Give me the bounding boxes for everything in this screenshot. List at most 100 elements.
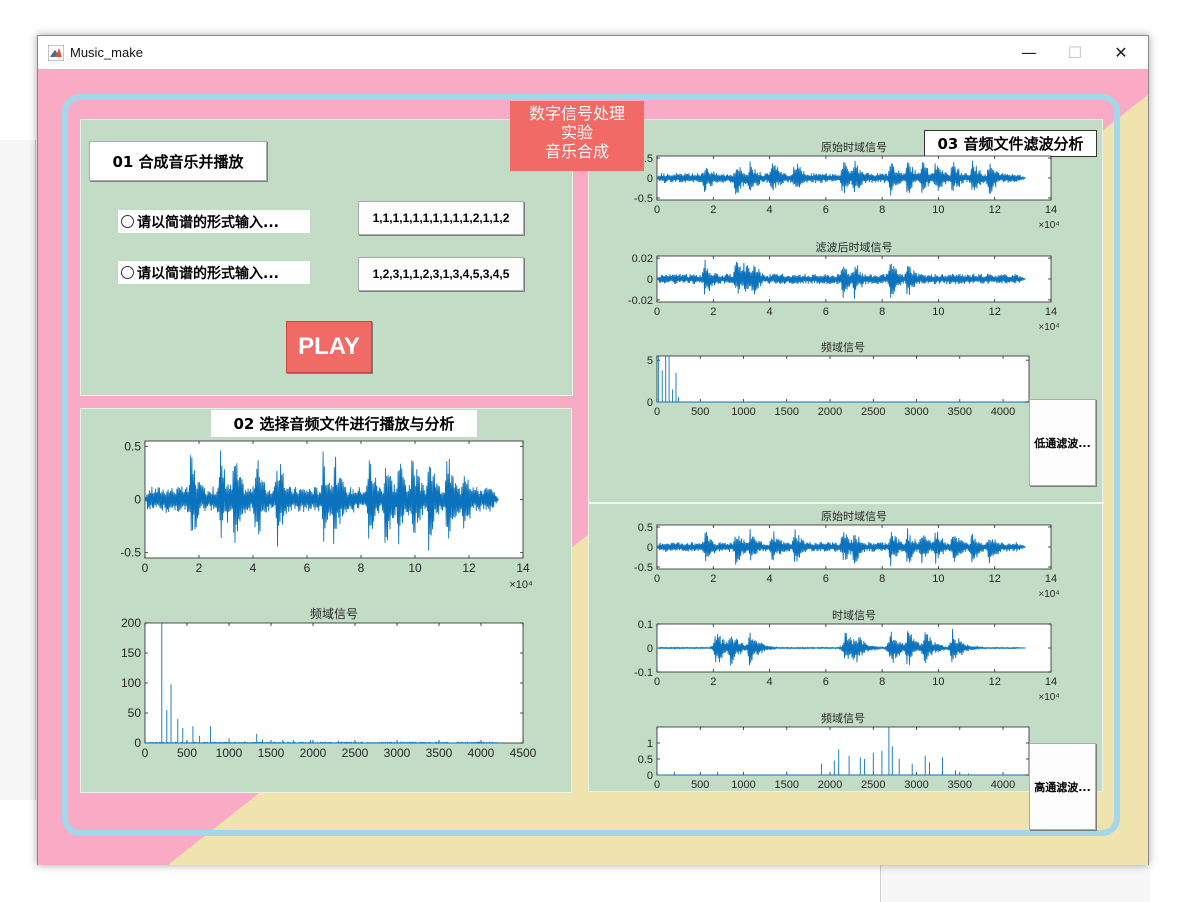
x-tick-label: 2500 bbox=[861, 779, 885, 791]
chart-title: 滤波后时域信号 bbox=[816, 241, 893, 254]
x-tick-label: 10 bbox=[932, 306, 944, 318]
x-tick-label: 1000 bbox=[731, 406, 755, 418]
x-tick-label: 3500 bbox=[948, 779, 972, 791]
x-tick-label: 500 bbox=[691, 779, 709, 791]
panel-filter-analysis: 03 音频文件滤波分析 原始时域信号 0 2 4 6 8 10 12 14 -0.5 0 0.5 ×10… bbox=[588, 119, 1104, 830]
y-tick-label: 100 bbox=[121, 676, 141, 690]
x-multiplier-label: ×10⁴ bbox=[509, 579, 533, 591]
x-tick-label: 6 bbox=[823, 306, 829, 318]
x-tick-label: 0 bbox=[142, 561, 149, 575]
close-button[interactable]: ✕ bbox=[1098, 36, 1144, 69]
x-tick-label: 3000 bbox=[384, 746, 411, 760]
radio-circle-icon bbox=[121, 215, 134, 228]
y-tick-label: 0 bbox=[647, 173, 653, 185]
chart-p2-time: 0 2 4 6 8 10 12 14 -0.5 0 0.5 ×10⁴ bbox=[81, 437, 571, 611]
highpass-filter-button[interactable]: 高通滤波... bbox=[1029, 743, 1096, 830]
y-tick-label: 50 bbox=[128, 706, 142, 720]
close-icon: ✕ bbox=[1114, 43, 1128, 62]
x-tick-label: 1500 bbox=[775, 406, 799, 418]
y-tick-label: 0 bbox=[647, 274, 653, 286]
y-tick-label: 0 bbox=[647, 770, 653, 782]
chart-p2-freq: 频域信号 0 500 1000 1500 2000 2500 3000 3500 4000 4500… bbox=[81, 605, 571, 775]
chart-svg: 滤波后时域信号0 2 4 6 8 10 12 14-0.0200.02×10⁴ bbox=[628, 241, 1060, 333]
x-tick-label: 12 bbox=[462, 561, 476, 575]
x-tick-label: 0 bbox=[654, 573, 660, 585]
x-tick-label: 12 bbox=[989, 573, 1001, 585]
y-tick-label: 5 bbox=[647, 355, 653, 367]
play-button[interactable]: PLAY bbox=[286, 321, 372, 373]
banner-line-3: 音乐合成 bbox=[544, 142, 609, 161]
x-tick-label: 2 bbox=[710, 204, 716, 216]
x-tick-label: 10 bbox=[932, 573, 944, 585]
x-tick-label: 8 bbox=[358, 561, 365, 575]
chart-title: 频域信号 bbox=[821, 711, 865, 725]
panel-divider bbox=[589, 502, 1104, 504]
radio-option-1[interactable]: 请以简谱的形式输入... bbox=[118, 210, 310, 233]
x-tick-label: 8 bbox=[879, 204, 885, 216]
x-tick-label: 12 bbox=[989, 306, 1001, 318]
chart-svg: 频域信号 0 500 1000 1500 2000 2500 3000 3500 4000 0 0.5… bbox=[638, 711, 1030, 791]
chart-p3-time-high: 时域信号 0 2 4 6 8 10 12 14 -0.1 0 0.1 ×10⁴ bbox=[589, 606, 1060, 706]
y-tick-label: -0.1 bbox=[634, 667, 653, 679]
chart-svg: 频域信号0 500 1000 1500 2000 2500 3000 3500 4000 4500… bbox=[121, 607, 537, 760]
figure-canvas: 01 合成音乐并播放 请以简谱的形式输入... 1,1,1,1,1,1,1,1,… bbox=[38, 69, 1148, 865]
maximize-icon: ☐ bbox=[1067, 43, 1083, 62]
x-multiplier-label: ×10⁴ bbox=[1038, 220, 1059, 231]
x-tick-label: 14 bbox=[1045, 676, 1057, 688]
plot-area bbox=[656, 355, 1030, 403]
x-tick-label: 2 bbox=[710, 676, 716, 688]
y-tick-label: 0 bbox=[647, 397, 653, 409]
chart-svg: 频域信号 0 500 1000 1500 2000 2500 3000 3500 4000 0 5 bbox=[647, 340, 1030, 418]
minimize-button[interactable]: — bbox=[1006, 36, 1052, 69]
x-tick-label: 0 bbox=[654, 406, 660, 418]
x-tick-label: 1000 bbox=[731, 779, 755, 791]
radio-option-2-label: 请以简谱的形式输入... bbox=[137, 265, 279, 282]
x-tick-label: 4 bbox=[767, 204, 773, 216]
x-tick-label: 3500 bbox=[948, 406, 972, 418]
x-tick-label: 8 bbox=[879, 306, 885, 318]
x-tick-label: 2000 bbox=[818, 779, 842, 791]
y-tick-label: 0 bbox=[134, 493, 141, 507]
y-tick-label: 200 bbox=[121, 616, 141, 630]
x-tick-label: 1500 bbox=[775, 779, 799, 791]
x-tick-label: 12 bbox=[989, 676, 1001, 688]
chart-title: 频域信号 bbox=[821, 340, 865, 354]
y-tick-label: 0.1 bbox=[638, 619, 653, 631]
sequence-2-button[interactable]: 1,2,3,1,1,2,3,1,3,4,5,3,4,5 bbox=[358, 257, 524, 291]
x-tick-label: 0 bbox=[654, 204, 660, 216]
y-tick-label: 0.02 bbox=[632, 253, 653, 265]
x-tick-label: 4 bbox=[767, 573, 773, 585]
x-tick-label: 0 bbox=[142, 746, 149, 760]
x-tick-label: 4000 bbox=[991, 406, 1015, 418]
x-multiplier-label: ×10⁴ bbox=[1038, 692, 1059, 702]
x-tick-label: 2000 bbox=[818, 406, 842, 418]
y-tick-label: 0.5 bbox=[638, 522, 653, 534]
radio-option-2[interactable]: 请以简谱的形式输入... bbox=[118, 261, 310, 284]
banner-line-1: 数字信号处理 bbox=[528, 104, 625, 123]
title-bar[interactable]: Music_make — ☐ ✕ bbox=[38, 36, 1148, 69]
sequence-1-button[interactable]: 1,1,1,1,1,1,1,1,1,1,2,1,1,2 bbox=[358, 201, 524, 235]
chart-title: 原始时域信号 bbox=[821, 509, 887, 523]
x-tick-label: 3000 bbox=[904, 779, 928, 791]
chart-svg: 0 2 4 6 8 10 12 14-0.500.5×10⁴ bbox=[120, 439, 533, 591]
panel-synthesize-title[interactable]: 01 合成音乐并播放 bbox=[89, 141, 267, 181]
plot-area bbox=[656, 726, 1030, 776]
x-tick-label: 0 bbox=[654, 306, 660, 318]
chart-p3-original-a: 原始时域信号 0 2 4 6 8 10 12 14 -0.5 0 0.5 ×10⁴ bbox=[589, 136, 1060, 236]
x-tick-label: 4 bbox=[767, 306, 773, 318]
minimize-icon: — bbox=[1021, 43, 1037, 62]
y-tick-label: 0.5 bbox=[638, 754, 653, 766]
lowpass-filter-button[interactable]: 低通滤波... bbox=[1029, 399, 1096, 486]
x-tick-label: 0 bbox=[654, 676, 660, 688]
plot-area bbox=[144, 622, 524, 744]
x-tick-label: 10 bbox=[932, 204, 944, 216]
maximize-button[interactable]: ☐ bbox=[1052, 36, 1098, 69]
chart-svg: 原始时域信号0 2 4 6 8 10 12 14-0.500.5×10⁴ bbox=[634, 509, 1060, 600]
x-tick-label: 6 bbox=[304, 561, 311, 575]
chart-title: 频域信号 bbox=[310, 607, 358, 621]
x-multiplier-label: ×10⁴ bbox=[1038, 322, 1059, 330]
radio-option-1-label: 请以简谱的形式输入... bbox=[137, 214, 279, 231]
x-tick-label: 500 bbox=[691, 406, 709, 418]
chart-p3-freq-high: 频域信号 0 500 1000 1500 2000 2500 3000 3500 4000 0 0.5… bbox=[589, 708, 1059, 797]
app-window: Music_make — ☐ ✕ 01 合成音乐并播放 请以简谱的形式输入...… bbox=[37, 35, 1149, 865]
